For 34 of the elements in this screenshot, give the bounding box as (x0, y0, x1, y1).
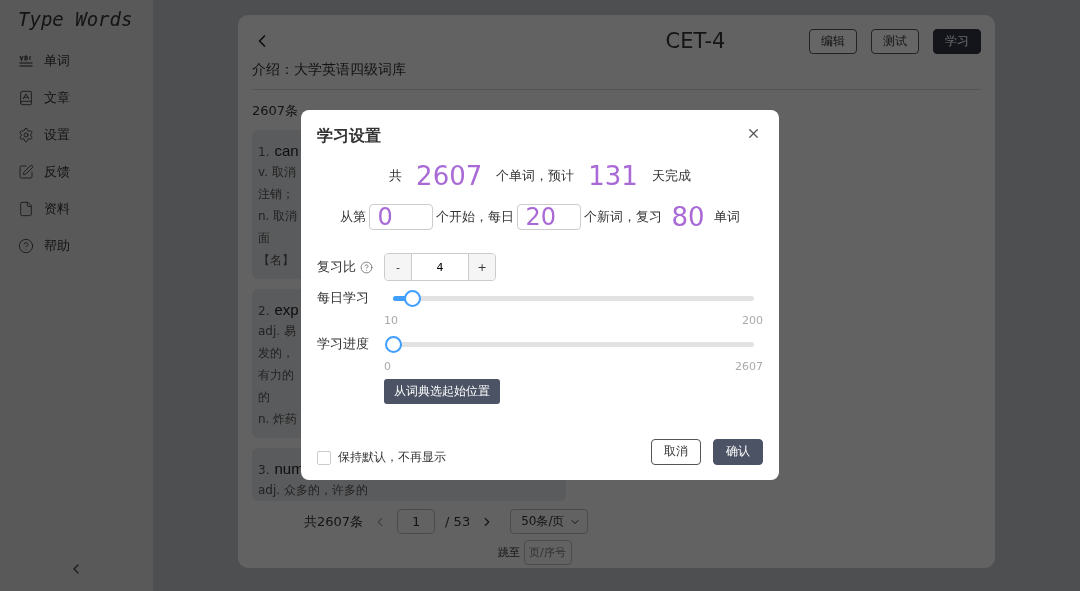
word-count: 2607条 (252, 102, 300, 120)
highlight-number: 2607 (416, 161, 483, 191)
slider-max: 2607 (735, 360, 763, 373)
word-index: 1. (258, 145, 270, 159)
app-logo: Type Words (18, 8, 133, 30)
sentence-text: 天完成 (651, 167, 691, 185)
sentence-text: 从第 (340, 208, 367, 226)
highlight-number: 80 (671, 202, 705, 232)
field-label: 每日学习 (317, 289, 369, 307)
field-label: 复习比 (317, 258, 356, 276)
field-label: 学习进度 (317, 335, 369, 353)
sentence-text: 个单词，预计 (496, 167, 575, 185)
word-text: exp (274, 301, 299, 318)
slider-min: 0 (384, 360, 391, 373)
sentence-text: 个开始，每日 (436, 208, 515, 226)
word-index: 3. (258, 463, 270, 477)
page-total: / 53 (445, 514, 471, 529)
sentence-text: 个新词，复习 (584, 208, 663, 226)
highlight-number: 131 (588, 161, 638, 191)
sentence-text: 单词 (713, 208, 740, 226)
definition-text: adj. 易 (258, 323, 296, 340)
dialog-title: 学习设置 (317, 126, 381, 147)
word-text: can (274, 142, 299, 159)
slider-min: 10 (384, 314, 398, 327)
jump-label: 跳至 (498, 545, 520, 560)
definition-text: n. 炸药 (258, 411, 298, 428)
word-index: 2. (258, 304, 270, 318)
checkbox-label: 保持默认，不再显示 (338, 449, 446, 466)
dictionary-title: CET-4 (665, 29, 726, 53)
slider-max: 200 (742, 314, 763, 327)
total-count: 共2607条 (304, 512, 364, 531)
definition-text: 【名】 (258, 252, 294, 269)
dictionary-intro: 介绍：大学英语四级词库 (252, 61, 981, 90)
sentence-text: 共 (389, 167, 403, 185)
